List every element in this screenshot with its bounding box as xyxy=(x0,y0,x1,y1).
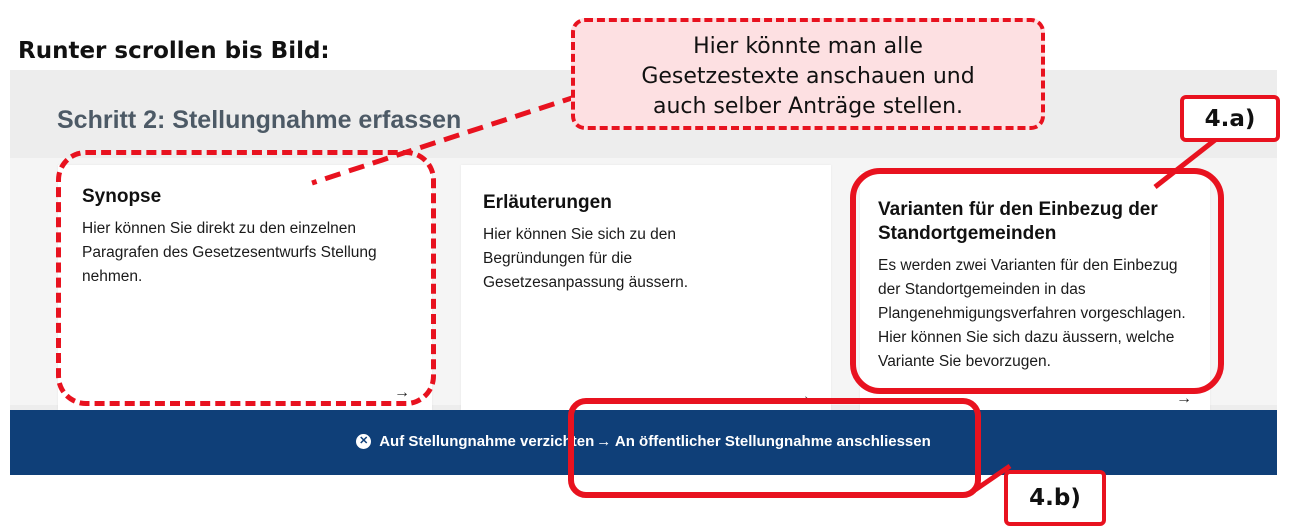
callout-line: auch selber Anträge stellen. xyxy=(652,94,964,119)
label-4a: 4.a) xyxy=(1180,95,1280,142)
label-4b: 4.b) xyxy=(1004,470,1106,526)
callout-line: Gesetzestexte anschauen und xyxy=(641,64,975,89)
callout-line: Hier könnte man alle xyxy=(693,34,923,59)
info-callout: Hier könnte man alle Gesetzestexte ansch… xyxy=(571,18,1045,130)
